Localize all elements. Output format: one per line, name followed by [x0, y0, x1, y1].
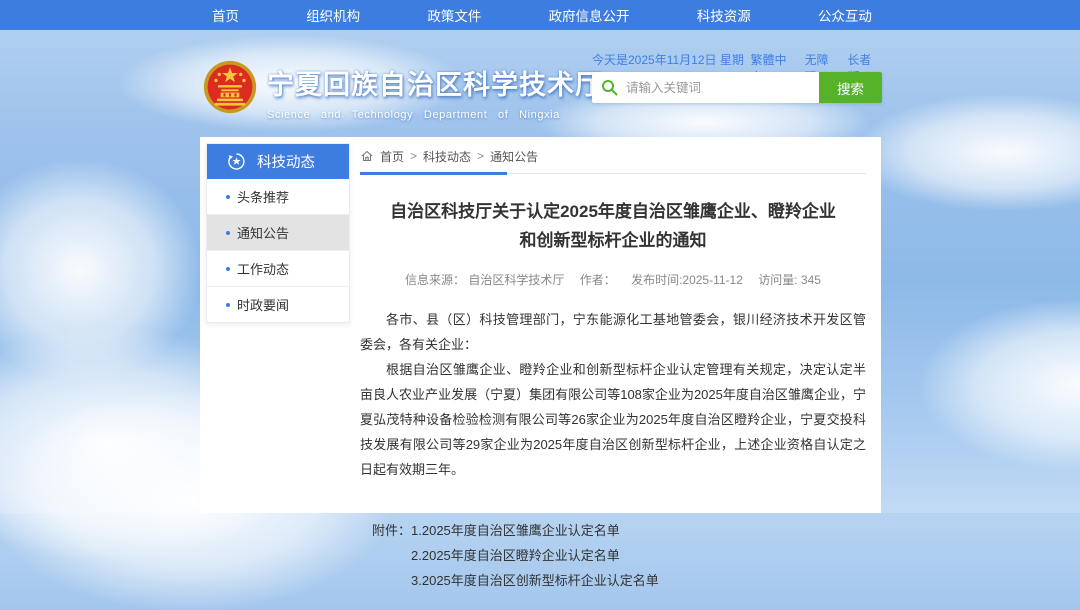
nav-item-organization[interactable]: 组织机构: [306, 5, 360, 25]
active-tab-bar: [360, 172, 507, 175]
search-button[interactable]: 搜索: [819, 72, 882, 103]
attachments-label: 附件：: [372, 518, 411, 593]
breadcrumb-section[interactable]: 科技动态: [423, 148, 471, 165]
nav-item-interaction[interactable]: 公众互动: [818, 5, 872, 25]
top-nav: 首页 组织机构 政策文件 政府信息公开 科技资源 公众互动: [0, 0, 1080, 30]
article-meta: 信息来源： 自治区科学技术厅 作者： 发布时间:2025-11-12 访问量: …: [360, 271, 866, 288]
attachment-link[interactable]: 1.2025年度自治区雏鹰企业认定名单: [411, 518, 659, 543]
breadcrumb: 首页 > 科技动态 > 通知公告: [360, 145, 866, 167]
breadcrumb-separator: >: [410, 149, 417, 163]
article-content: 首页 > 科技动态 > 通知公告 自治区科技厅关于认定2025年度自治区雏鹰企业…: [360, 145, 866, 593]
sidebar-item-current-affairs[interactable]: 时政要闻: [207, 287, 349, 322]
sidebar-item-work-updates[interactable]: 工作动态: [207, 251, 349, 287]
meta-author: 作者：: [580, 273, 616, 287]
bullet-icon: [226, 231, 230, 235]
paragraph: 各市、县（区）科技管理部门，宁东能源化工基地管委会，银川经济技术开发区管委会，各…: [360, 307, 866, 357]
nav-item-gov-info[interactable]: 政府信息公开: [549, 5, 630, 25]
paragraph: 根据自治区雏鹰企业、瞪羚企业和创新型标杆企业认定管理有关规定，决定认定半亩良人农…: [360, 357, 866, 482]
cloud-decoration: [920, 300, 1080, 470]
breadcrumb-divider: [360, 173, 866, 174]
meta-publish-time: 发布时间:2025-11-12: [631, 273, 743, 287]
search-input[interactable]: [618, 80, 819, 96]
sidebar-item-label: 头条推荐: [237, 187, 289, 206]
nav-item-home[interactable]: 首页: [212, 5, 239, 25]
meta-source: 信息来源： 自治区科学技术厅: [405, 273, 564, 287]
national-emblem-logo: [202, 59, 258, 115]
nav-item-policy[interactable]: 政策文件: [427, 5, 481, 25]
article-body: 各市、县（区）科技管理部门，宁东能源化工基地管委会，银川经济技术开发区管委会，各…: [360, 307, 866, 482]
sidebar-item-label: 工作动态: [237, 259, 289, 278]
attachment-link[interactable]: 3.2025年度自治区创新型标杆企业认定名单: [411, 568, 659, 593]
nav-item-resources[interactable]: 科技资源: [697, 5, 751, 25]
bullet-icon: [226, 303, 230, 307]
breadcrumb-separator: >: [477, 149, 484, 163]
bullet-icon: [226, 267, 230, 271]
attachment-link[interactable]: 2.2025年度自治区瞪羚企业认定名单: [411, 543, 659, 568]
breadcrumb-current: 通知公告: [490, 148, 538, 165]
breadcrumb-home[interactable]: 首页: [380, 148, 404, 165]
search-icon: [601, 79, 618, 96]
cloud-decoration: [0, 160, 200, 380]
attachments: 附件： 1.2025年度自治区雏鹰企业认定名单 2.2025年度自治区瞪羚企业认…: [372, 518, 866, 593]
site-identity: 宁夏回族自治区科学技术厅 Science and Technology Depa…: [267, 63, 603, 121]
sidebar-item-notices[interactable]: 通知公告: [207, 215, 349, 251]
site-title: 宁夏回族自治区科学技术厅: [267, 63, 603, 102]
site-subtitle: Science and Technology Department of Nin…: [267, 109, 603, 121]
sidebar-title: 科技动态: [257, 151, 315, 172]
circled-star-icon: [227, 152, 246, 171]
bullet-icon: [226, 195, 230, 199]
sidebar: 科技动态 头条推荐 通知公告 工作动态 时政要闻: [206, 143, 350, 323]
sidebar-header: 科技动态: [207, 144, 349, 179]
cloud-decoration: [855, 95, 1080, 210]
sidebar-item-label: 时政要闻: [237, 295, 289, 314]
home-icon: [360, 149, 374, 163]
sidebar-item-headlines[interactable]: 头条推荐: [207, 179, 349, 215]
meta-views: 访问量: 345: [758, 273, 821, 287]
article-title: 自治区科技厅关于认定2025年度自治区雏鹰企业、瞪羚企业 和创新型标杆企业的通知: [360, 197, 866, 255]
main-panel: 科技动态 头条推荐 通知公告 工作动态 时政要闻 首页 > 科技动态 >: [200, 137, 881, 513]
search-bar: 搜索: [592, 72, 882, 103]
sidebar-item-label: 通知公告: [237, 223, 289, 242]
